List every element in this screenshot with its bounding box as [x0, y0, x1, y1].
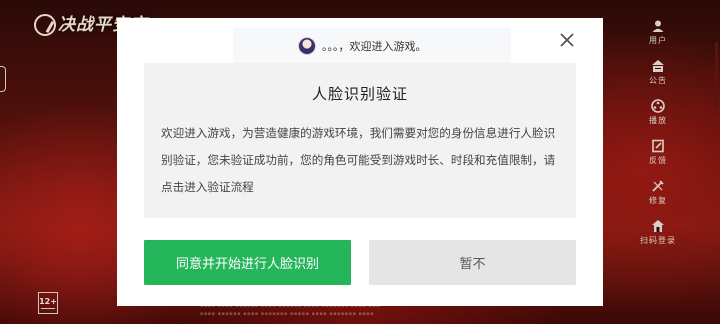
replay-icon: [651, 98, 665, 113]
side-menu: 用户 公告 播放 反馈 修复 扫码登录: [640, 12, 676, 252]
side-item-label: 修复: [649, 195, 667, 205]
age-rating-text: 12+: [39, 296, 57, 306]
side-item-feedback[interactable]: 反馈: [640, 132, 676, 172]
age-rating-divider: [41, 307, 55, 309]
side-item-label: 反馈: [649, 155, 667, 165]
repair-icon: [652, 179, 664, 192]
user-icon: [652, 20, 664, 32]
dialog-title: 人脸识别验证: [311, 85, 408, 103]
side-item-label: 扫码登录: [640, 235, 676, 245]
side-item-repair[interactable]: 修复: [640, 172, 676, 212]
side-item-label: 用户: [649, 35, 667, 45]
side-item-label: 公告: [649, 75, 667, 85]
side-item-user[interactable]: 用户: [640, 12, 676, 52]
scan-login-icon: [652, 219, 664, 232]
logo-mark-icon: [34, 14, 56, 36]
close-icon: [560, 33, 574, 47]
not-now-button[interactable]: 暂不: [369, 240, 576, 285]
face-verification-dialog: 。。。，欢迎进入游戏。 人脸识别验证 欢迎进入游戏，为营造健康的游戏环境，我们需…: [117, 18, 603, 306]
dialog-body-text: 欢迎进入游戏，为营造健康的游戏环境，我们需要对您的身份信息进行人脸识别验证，您未…: [161, 126, 556, 194]
left-drawer-handle[interactable]: [0, 66, 6, 92]
verification-content: 人脸识别验证 欢迎进入游戏，为营造健康的游戏环境，我们需要对您的身份信息进行人脸…: [144, 63, 576, 218]
welcome-toast-text: 。。。，欢迎进入游戏。: [322, 40, 427, 53]
close-button[interactable]: [557, 30, 577, 50]
right-edge-indicator: [715, 42, 718, 108]
side-item-scan-login[interactable]: 扫码登录: [640, 212, 676, 252]
feedback-icon: [652, 139, 664, 152]
side-item-label: 播放: [649, 115, 667, 125]
age-rating-badge: 12+: [38, 292, 58, 314]
welcome-toast: 。。。，欢迎进入游戏。: [233, 28, 511, 64]
side-item-replay[interactable]: 播放: [640, 92, 676, 132]
announcement-icon: [652, 59, 664, 72]
avatar: [298, 37, 316, 55]
agree-face-recognition-button[interactable]: 同意并开始进行人脸识别: [144, 240, 351, 285]
side-item-announcement[interactable]: 公告: [640, 52, 676, 92]
